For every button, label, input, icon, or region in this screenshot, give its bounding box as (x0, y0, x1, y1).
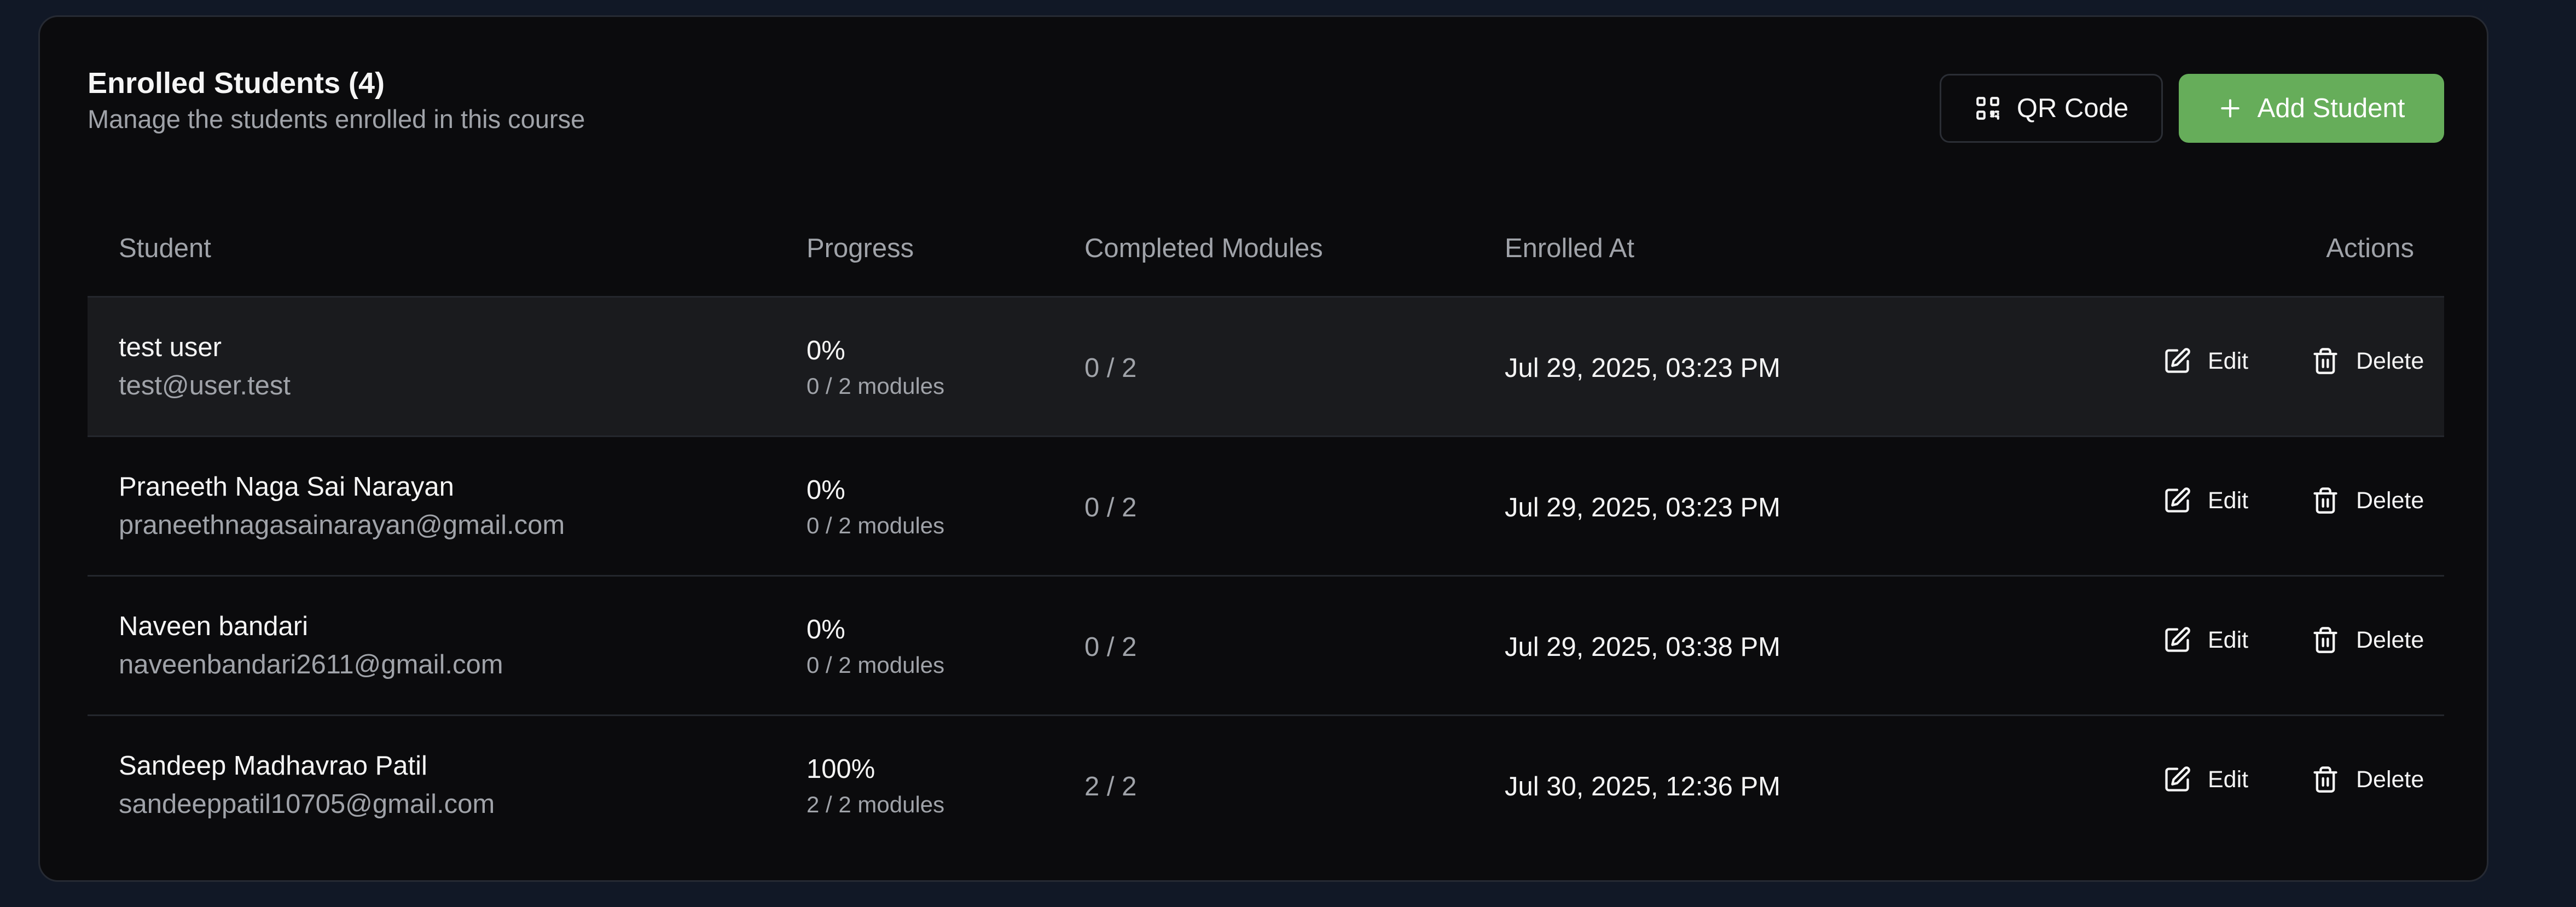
completed-modules: 0 / 2 (1084, 493, 1137, 522)
delete-button[interactable]: Delete (2311, 626, 2424, 654)
edit-icon (2165, 487, 2190, 513)
completed-modules: 0 / 2 (1084, 353, 1137, 383)
student-email: praneethnagasainarayan@gmail.com (119, 510, 565, 540)
edit-label: Edit (2208, 347, 2249, 374)
delete-button[interactable]: Delete (2311, 486, 2424, 515)
enrolled-at: Jul 30, 2025, 12:36 PM (1505, 772, 1780, 801)
progress-modules: 0 / 2 modules (807, 652, 945, 678)
trash-icon (2313, 766, 2337, 793)
table-row: Naveen bandari naveenbandari2611@gmail.c… (88, 575, 2444, 714)
column-student: Student (119, 234, 211, 263)
trash-icon (2313, 627, 2337, 653)
edit-icon (2165, 348, 2190, 373)
student-email: naveenbandari2611@gmail.com (119, 650, 503, 679)
delete-label: Delete (2356, 626, 2424, 653)
trash-icon (2313, 348, 2337, 374)
qr-code-icon (1976, 97, 1999, 120)
qr-code-label: QR Code (2016, 94, 2129, 123)
table-row: Sandeep Madhavrao Patil sandeeppatil1070… (88, 714, 2444, 854)
table-row: Praneeth Naga Sai Narayan praneethnagasa… (88, 435, 2444, 575)
card-title: Enrolled Students (4) (88, 67, 385, 100)
enrolled-at: Jul 29, 2025, 03:23 PM (1505, 353, 1780, 383)
student-name: test user (119, 333, 222, 362)
edit-label: Edit (2208, 626, 2249, 653)
completed-modules: 0 / 2 (1084, 632, 1137, 662)
edit-label: Edit (2208, 766, 2249, 793)
table-row: test user test@user.test 0% 0 / 2 module… (88, 296, 2444, 435)
enrolled-students-card: Enrolled Students (4) Manage the student… (38, 15, 2488, 882)
progress-percent: 100% (807, 754, 875, 784)
edit-button[interactable]: Edit (2163, 486, 2248, 515)
plus-icon (2220, 99, 2240, 118)
column-actions: Actions (2326, 234, 2414, 263)
progress-modules: 0 / 2 modules (807, 513, 945, 538)
delete-button[interactable]: Delete (2311, 765, 2424, 794)
progress-modules: 0 / 2 modules (807, 373, 945, 399)
student-name: Sandeep Madhavrao Patil (119, 751, 427, 781)
column-completed-modules: Completed Modules (1084, 234, 1323, 263)
column-enrolled-at: Enrolled At (1505, 234, 1634, 263)
progress-percent: 0% (807, 336, 845, 365)
edit-label: Edit (2208, 487, 2249, 514)
qr-code-button[interactable]: QR Code (1940, 74, 2163, 143)
edit-button[interactable]: Edit (2163, 626, 2248, 654)
delete-label: Delete (2356, 347, 2424, 374)
completed-modules: 2 / 2 (1084, 772, 1137, 801)
edit-button[interactable]: Edit (2163, 765, 2248, 794)
enrolled-at: Jul 29, 2025, 03:23 PM (1505, 493, 1780, 522)
students-table: Student Progress Completed Modules Enrol… (88, 189, 2444, 854)
trash-icon (2313, 487, 2337, 514)
edit-icon (2165, 766, 2190, 792)
table-header: Student Progress Completed Modules Enrol… (88, 189, 2444, 296)
student-name: Praneeth Naga Sai Narayan (119, 472, 454, 502)
progress-percent: 0% (807, 475, 845, 505)
student-email: test@user.test (119, 371, 291, 400)
student-email: sandeeppatil10705@gmail.com (119, 789, 495, 819)
add-student-button[interactable]: Add Student (2179, 74, 2444, 143)
card-subtitle: Manage the students enrolled in this cou… (88, 104, 585, 133)
edit-button[interactable]: Edit (2163, 347, 2248, 375)
progress-percent: 0% (807, 615, 845, 644)
enrolled-at: Jul 29, 2025, 03:38 PM (1505, 632, 1780, 662)
student-name: Naveen bandari (119, 612, 308, 641)
column-progress: Progress (807, 234, 914, 263)
add-student-label: Add Student (2257, 94, 2405, 123)
edit-icon (2165, 627, 2190, 652)
progress-modules: 2 / 2 modules (807, 792, 945, 817)
delete-label: Delete (2356, 766, 2424, 793)
delete-button[interactable]: Delete (2311, 347, 2424, 375)
delete-label: Delete (2356, 487, 2424, 514)
